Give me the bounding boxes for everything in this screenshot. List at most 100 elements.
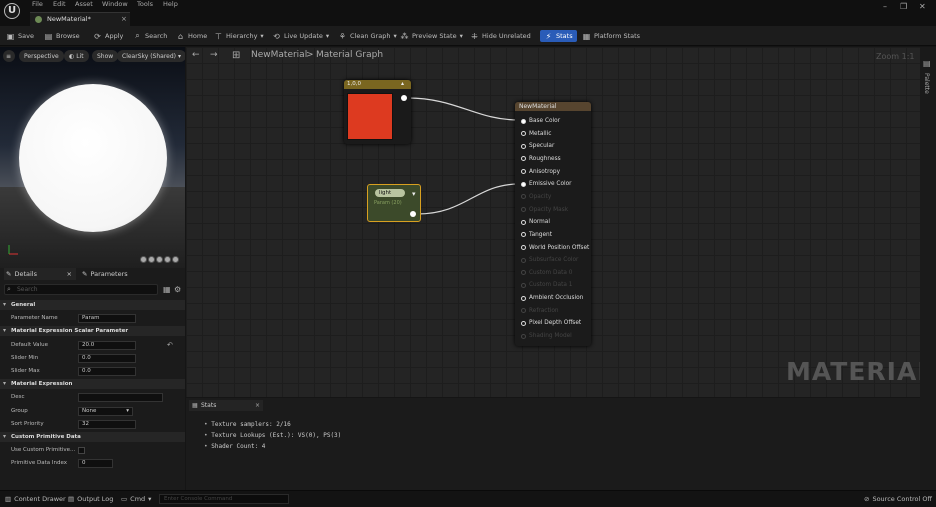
hierarchy-button[interactable]: ⊤ Hierarchy ▾ — [214, 30, 264, 42]
use-custom-primitive-checkbox[interactable] — [78, 447, 85, 454]
tab-stats[interactable]: ▦ Stats × — [189, 400, 263, 411]
menu-help[interactable]: Help — [163, 0, 178, 8]
palette-label[interactable]: Palette — [923, 73, 930, 94]
search-button[interactable]: ⌕ Search — [133, 30, 167, 42]
input-pin[interactable] — [521, 282, 526, 288]
cylinder-shape-icon[interactable] — [140, 256, 147, 263]
input-pin[interactable] — [521, 232, 526, 238]
section-general[interactable]: General — [0, 300, 185, 310]
viewport-menu-icon[interactable]: ≡ — [3, 50, 15, 62]
menu-edit[interactable]: Edit — [53, 0, 66, 8]
input-pin[interactable] — [521, 194, 526, 200]
live-update-button[interactable]: ⟲ Live Update ▾ — [272, 30, 329, 42]
section-material-expression[interactable]: Material Expression — [0, 379, 185, 389]
output-log-button[interactable]: ▤ Output Log — [68, 495, 113, 503]
collapse-chevron-icon[interactable]: ▴ — [401, 80, 404, 87]
sphere-shape-icon[interactable] — [148, 256, 155, 263]
material-graph[interactable]: ← → ⊞ NewMaterial > Material Graph Zoom … — [186, 47, 920, 397]
close-icon[interactable]: × — [67, 270, 72, 278]
clean-graph-button[interactable]: ⚘ Clean Graph ▾ — [338, 30, 397, 42]
material-input-row[interactable]: Normal — [521, 217, 550, 227]
home-button[interactable]: ⌂ Home — [176, 30, 207, 42]
console-command-input[interactable]: Enter Console Command — [159, 494, 289, 504]
cube-shape-icon[interactable] — [164, 256, 171, 263]
close-icon[interactable]: × — [255, 400, 260, 411]
settings-gear-icon[interactable]: ⚙ — [174, 285, 181, 294]
color-output-pin[interactable] — [401, 95, 407, 101]
input-pin[interactable] — [521, 308, 526, 314]
material-input-row[interactable]: Opacity — [521, 192, 551, 202]
table-view-icon[interactable]: ▦ — [163, 285, 171, 294]
slider-min-field[interactable]: 0.0 — [78, 354, 136, 363]
details-search-input[interactable]: Search — [4, 284, 158, 295]
tab-parameters[interactable]: ✎ Parameters — [82, 268, 128, 280]
browse-button[interactable]: ▤ Browse — [44, 30, 80, 42]
input-pin[interactable] — [521, 270, 526, 276]
desc-field[interactable] — [78, 393, 163, 402]
material-input-row[interactable]: Pixel Depth Offset — [521, 318, 581, 328]
material-input-row[interactable]: Specular — [521, 141, 554, 151]
menu-asset[interactable]: Asset — [75, 0, 93, 8]
input-pin[interactable] — [521, 118, 526, 124]
unreal-logo-icon[interactable] — [4, 3, 20, 19]
input-pin[interactable] — [521, 333, 526, 339]
preview-state-button[interactable]: ⁂ Preview State ▾ — [400, 30, 463, 42]
material-input-row[interactable]: World Position Offset — [521, 243, 589, 253]
constant-color-node[interactable]: 1,0,0 ▴ — [344, 80, 411, 144]
material-input-row[interactable]: Roughness — [521, 154, 561, 164]
input-pin[interactable] — [521, 181, 526, 187]
input-pin[interactable] — [521, 131, 526, 137]
material-input-row[interactable]: Subsurface Color — [521, 255, 578, 265]
reset-arrow-icon[interactable]: ↶ — [167, 341, 173, 349]
lit-button[interactable]: ◐ Lit — [64, 50, 89, 62]
material-input-row[interactable]: Emissive Color — [521, 179, 572, 189]
input-pin[interactable] — [521, 295, 526, 301]
stats-button[interactable]: ⚡ Stats — [540, 30, 577, 42]
chevron-down-icon[interactable]: ▾ — [412, 190, 416, 198]
show-button[interactable]: Show — [92, 50, 119, 62]
input-pin[interactable] — [521, 169, 526, 175]
material-input-row[interactable]: Tangent — [521, 230, 552, 240]
section-custom-primitive-data[interactable]: Custom Primitive Data — [0, 432, 185, 442]
scalar-parameter-node[interactable]: light ▾ Param (20) — [367, 184, 421, 222]
material-input-row[interactable]: Opacity Mask — [521, 205, 568, 215]
input-pin[interactable] — [521, 143, 526, 149]
platform-stats-button[interactable]: ▦ Platform Stats — [582, 30, 640, 42]
source-control-button[interactable]: ⊘ Source Control Off — [864, 495, 932, 503]
cmd-button[interactable]: ▭ Cmd ▾ — [121, 495, 151, 503]
sky-select[interactable]: ClearSky (Shared) ▾ — [117, 50, 185, 62]
material-input-row[interactable]: Refraction — [521, 306, 559, 316]
material-result-node[interactable]: NewMaterial Base Color Metallic Specular Ro… — [515, 102, 591, 346]
material-input-row[interactable]: Custom Data 0 — [521, 268, 572, 278]
param-output-pin[interactable] — [410, 211, 416, 217]
material-input-row[interactable]: Metallic — [521, 129, 551, 139]
document-tab[interactable]: NewMaterial* × — [30, 12, 130, 26]
menu-window[interactable]: Window — [102, 0, 128, 8]
param-name-pill[interactable]: light — [375, 189, 405, 197]
group-select[interactable]: None ▾ — [78, 407, 133, 416]
color-swatch[interactable] — [347, 93, 393, 140]
input-pin[interactable] — [521, 320, 526, 326]
tab-details[interactable]: ✎ Details × — [4, 268, 76, 280]
restore-button[interactable]: ❐ — [900, 2, 907, 11]
slider-max-field[interactable]: 0.0 — [78, 367, 136, 376]
content-drawer-button[interactable]: ▥ Content Drawer — [5, 495, 66, 503]
section-scalar-parameter[interactable]: Material Expression Scalar Parameter — [0, 326, 185, 336]
primitive-data-index-field[interactable]: 0 — [78, 459, 113, 468]
perspective-button[interactable]: Perspective — [19, 50, 64, 62]
minimize-button[interactable]: – — [883, 2, 887, 11]
material-input-row[interactable]: Custom Data 1 — [521, 280, 572, 290]
close-window-button[interactable]: ✕ — [919, 2, 926, 11]
hide-unrelated-button[interactable]: ⁜Hide Unrelated⋮ — [470, 30, 544, 42]
close-tab-icon[interactable]: × — [121, 15, 127, 23]
input-pin[interactable] — [521, 245, 526, 250]
palette-strip[interactable]: ▤ Palette — [920, 47, 936, 490]
preview-viewport[interactable]: ≡ Perspective ◐ Lit Show ClearSky (Shared… — [0, 47, 185, 268]
menu-file[interactable]: File — [32, 0, 43, 8]
material-input-row[interactable]: Anisotropy — [521, 167, 560, 177]
material-input-row[interactable]: Base Color — [521, 116, 560, 126]
save-button[interactable]: ▣ Save — [6, 30, 34, 42]
mesh-shape-icon[interactable] — [172, 256, 179, 263]
input-pin[interactable] — [521, 156, 526, 162]
apply-button[interactable]: ⟳ Apply — [93, 30, 123, 42]
